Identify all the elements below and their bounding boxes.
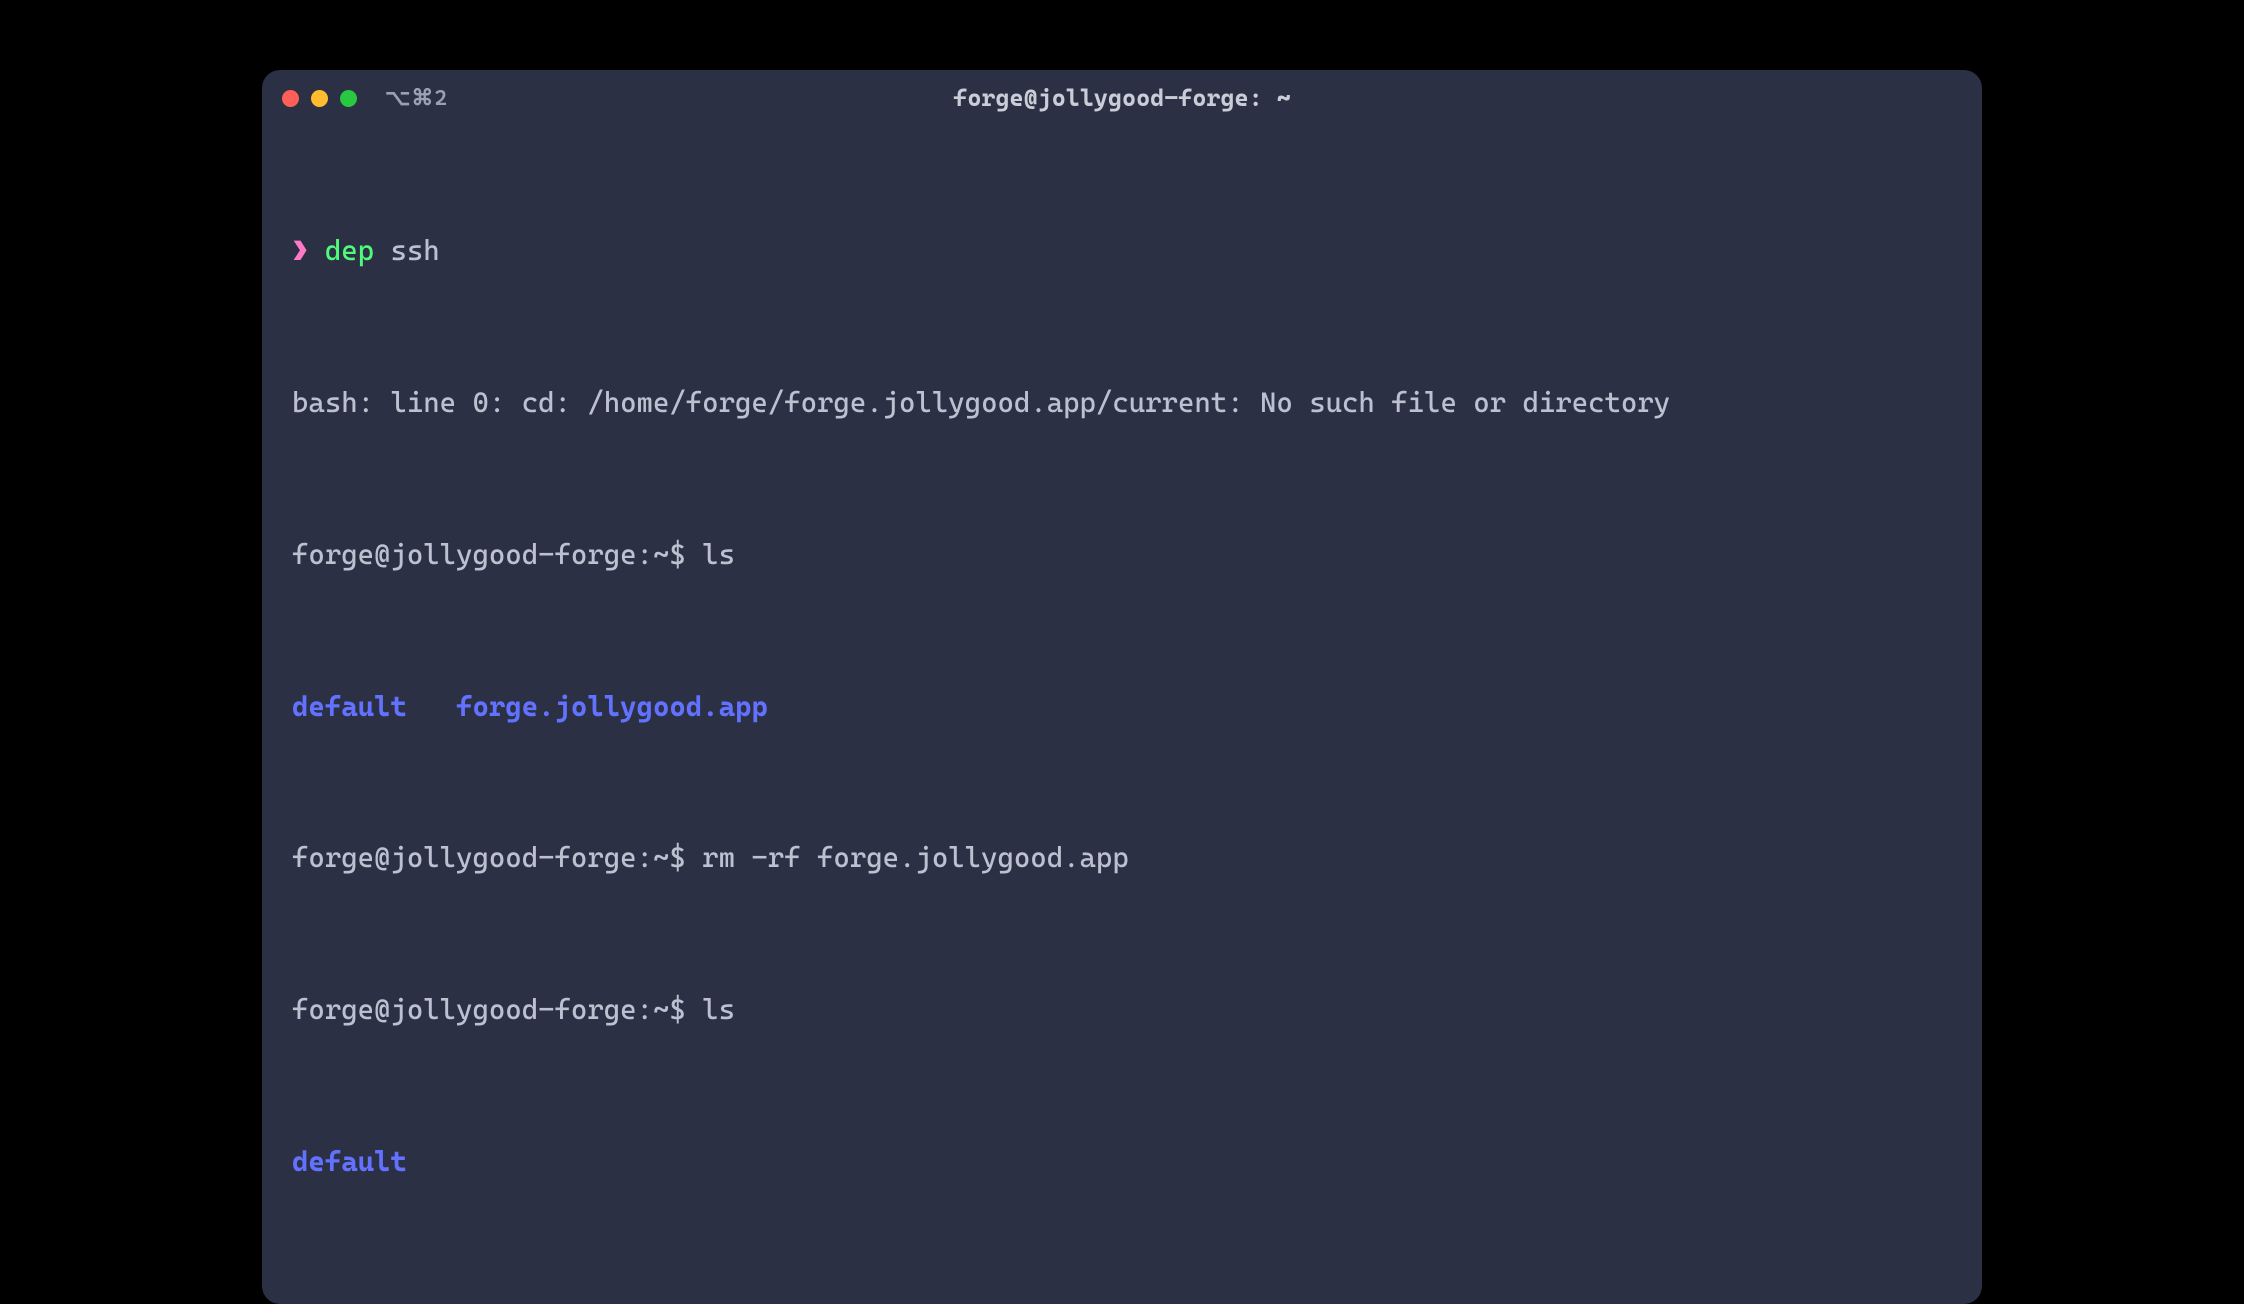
ls-output: default forge.jollygood.app [292,687,1952,728]
terminal-body[interactable]: ❯ dep ssh bash: line 0: cd: /home/forge/… [262,126,1982,1304]
ls-output: default [292,1142,1952,1183]
prompt-chevron-icon: ❯ [292,234,308,267]
directory-name: forge.jollygood.app [456,687,768,728]
shell-prompt: forge@jollygood-forge:~$ [292,841,686,874]
close-icon[interactable] [282,90,299,107]
window-controls [282,90,357,107]
tab-indicator: ⌥⌘2 [385,86,448,111]
terminal-line: forge@jollygood-forge:~$ ls [292,535,1952,576]
terminal-line: forge@jollygood-forge:~$ ls [292,990,1952,1031]
command-name: ls [702,538,735,571]
directory-name: default [292,1142,407,1183]
directory-name: default [292,687,407,728]
command-name: ls [702,993,735,1026]
command-arg: ssh [390,234,439,267]
minimize-icon[interactable] [311,90,328,107]
terminal-line: forge@jollygood-forge:~$ rm -rf forge.jo… [292,838,1952,879]
shell-prompt: forge@jollygood-forge:~$ [292,538,686,571]
title-bar: ⌥⌘2 forge@jollygood-forge: ~ [262,70,1982,126]
shell-prompt: forge@jollygood-forge:~$ [292,993,686,1026]
terminal-window: ⌥⌘2 forge@jollygood-forge: ~ ❯ dep ssh b… [262,70,1982,1304]
terminal-output: bash: line 0: cd: /home/forge/forge.joll… [292,383,1952,424]
command-name: dep [325,234,374,267]
command-name: rm -rf forge.jollygood.app [702,841,1129,874]
zoom-icon[interactable] [340,90,357,107]
window-title: forge@jollygood-forge: ~ [262,84,1982,112]
terminal-line: ❯ dep ssh [292,231,1952,272]
